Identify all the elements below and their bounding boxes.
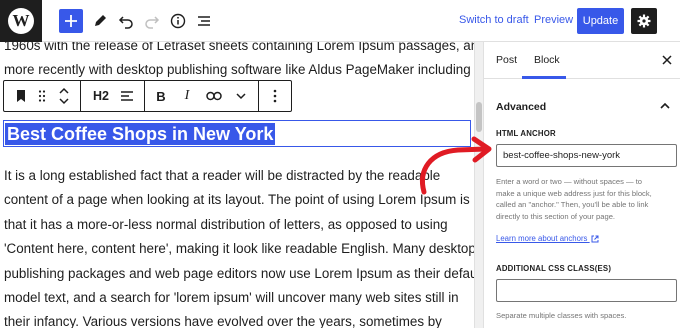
gear-icon [637, 14, 651, 28]
paragraph-line: 1960s with the release of Letraset sheet… [4, 42, 474, 53]
editor-canvas[interactable]: 1960s with the release of Letraset sheet… [0, 42, 474, 328]
toolbar-separator [258, 81, 259, 111]
paragraph-line: content of a page when looking at its la… [4, 192, 470, 208]
active-tab-indicator [522, 76, 566, 79]
align-left-icon [121, 91, 133, 101]
chevron-up-down-icon [59, 87, 69, 105]
add-block-button[interactable] [59, 9, 83, 33]
link-icon [206, 91, 222, 101]
learn-more-text: Learn more about anchors [496, 234, 588, 243]
help-line: called an "anchor." Then, you'll be able… [496, 200, 649, 209]
list-view-button[interactable] [192, 9, 216, 33]
more-rich-text-button[interactable] [230, 81, 252, 111]
learn-more-anchors-link[interactable]: Learn more about anchors [496, 234, 599, 243]
help-line: make a unique web address just for this … [496, 188, 652, 198]
align-text-button[interactable] [116, 81, 138, 111]
block-type-button[interactable] [10, 81, 32, 111]
css-classes-help: Separate multiple classes with spaces. [496, 311, 627, 320]
bookmark-icon [17, 90, 25, 102]
external-link-icon [591, 235, 599, 243]
wordpress-logo-icon: W [8, 8, 34, 34]
editor-scrollbar[interactable] [474, 42, 483, 328]
close-icon [662, 55, 672, 65]
pencil-icon [95, 15, 106, 26]
bold-button[interactable]: B [150, 81, 172, 111]
paragraph-line: It is a long established fact that a rea… [4, 168, 441, 183]
chevron-down-icon [236, 93, 246, 100]
chevron-up-icon[interactable] [658, 99, 672, 113]
settings-button[interactable] [631, 8, 657, 34]
move-up-down-control[interactable] [54, 81, 74, 111]
editor-top-toolbar: W Switch to draft Preview Update [0, 0, 680, 42]
redo-button[interactable] [140, 9, 164, 33]
paragraph-line: model text, and a search for 'lorem ipsu… [4, 290, 459, 306]
intro-paragraph[interactable]: 1960s with the release of Letraset sheet… [4, 42, 474, 83]
toolbar-separator [144, 81, 145, 111]
italic-button[interactable]: I [176, 81, 198, 111]
paragraph-line: publishing packages and web page editors… [4, 265, 474, 281]
preview-button[interactable]: Preview [534, 14, 573, 26]
switch-to-draft-button[interactable]: Switch to draft [459, 14, 529, 26]
more-vertical-icon [273, 89, 277, 103]
close-sidebar-button[interactable] [658, 51, 676, 69]
plus-icon [65, 15, 77, 27]
toolbar-separator [80, 81, 81, 111]
block-options-button[interactable] [264, 81, 286, 111]
sidebar-tabs: Post Block [484, 42, 680, 79]
help-line: directly to this section of your page. [496, 211, 616, 221]
drag-handle[interactable] [34, 81, 50, 111]
body-paragraph[interactable]: It is a long established fact that a rea… [4, 164, 474, 328]
advanced-panel-toggle[interactable]: Advanced [496, 101, 546, 113]
paragraph-line: their infancy. Various versions have evo… [4, 314, 442, 328]
tab-post[interactable]: Post [496, 54, 517, 66]
css-classes-input[interactable] [496, 279, 677, 302]
list-view-icon [198, 16, 210, 26]
wordpress-logo-button[interactable]: W [0, 0, 42, 42]
link-button[interactable] [202, 81, 226, 111]
html-anchor-help: Enter a word or two — without spaces — t… [496, 176, 678, 222]
html-anchor-input[interactable] [496, 144, 677, 167]
paragraph-line: that it has a more-or-less normal distri… [4, 216, 448, 232]
heading-block[interactable]: Best Coffee Shops in New York [3, 120, 471, 147]
heading-level-button[interactable]: H2 [88, 81, 114, 111]
details-button[interactable] [166, 9, 190, 33]
paragraph-line: 'Content here, content here', making it … [4, 241, 474, 257]
undo-icon [118, 16, 133, 29]
html-anchor-label: HTML ANCHOR [496, 129, 556, 138]
css-classes-label: ADDITIONAL CSS CLASS(ES) [496, 264, 612, 273]
redo-icon [145, 16, 160, 29]
heading-text[interactable]: Best Coffee Shops in New York [5, 123, 276, 145]
undo-button[interactable] [114, 9, 138, 33]
help-line: Enter a word or two — without spaces — t… [496, 177, 643, 186]
drag-handle-icon [38, 90, 46, 102]
tools-button[interactable] [88, 9, 112, 33]
info-icon [170, 13, 186, 29]
wordpress-logo-letter: W [12, 11, 30, 30]
tab-block[interactable]: Block [534, 54, 560, 66]
scrollbar-thumb[interactable] [476, 102, 482, 132]
block-toolbar: H2 B I [3, 80, 292, 112]
settings-sidebar: Post Block Advanced HTML ANCHOR Enter a … [483, 42, 680, 328]
update-button[interactable]: Update [577, 8, 624, 34]
